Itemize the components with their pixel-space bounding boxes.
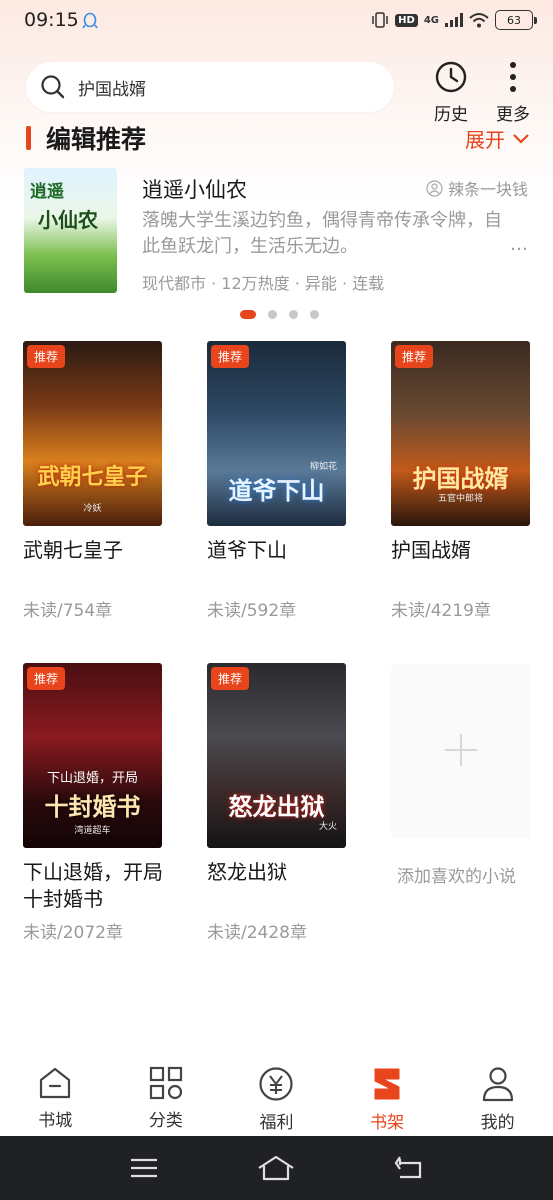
book-title: 道爷下山 [207,538,287,562]
chevron-down-icon [513,133,529,144]
add-book-button[interactable] [391,664,530,838]
cover-title: 怒龙出狱 [228,793,325,821]
add-book-label: 添加喜欢的小说 [397,867,516,887]
nav-label: 书架 [370,1113,405,1133]
book-progress: 未读/2428章 [207,923,307,943]
expand-label: 展开 [465,128,505,152]
search-query: 护国战婿 [78,79,146,100]
nav-item-profile[interactable]: 我的 [442,1056,553,1136]
nav-item-category[interactable]: 分类 [111,1056,222,1136]
system-navigation-bar [0,1136,553,1200]
yuan-icon [259,1067,294,1101]
bookshelf-icon [374,1068,400,1100]
signal-icon [445,13,463,27]
author-icon [426,179,443,197]
carousel-pager [240,310,319,319]
more-vertical-icon [510,62,516,92]
vibrate-icon [372,12,388,28]
plus-icon-vertical [460,734,462,766]
nav-label: 分类 [148,1111,183,1131]
status-icons: HD 4G 63 [371,10,537,30]
rec-more-ellipsis: … [510,234,528,255]
book-title: 怒龙出狱 [207,860,287,884]
nav-label: 福利 [259,1113,294,1133]
cover-title-top: 下山退婚，开局 [46,771,138,786]
nav-item-welfare[interactable]: 福利 [221,1056,332,1136]
history-label: 历史 [434,105,468,125]
search-icon [41,75,65,99]
book-progress: 未读/2072章 [23,923,123,943]
rec-book-cover: 逍遥 小仙农 [24,168,117,293]
recommend-badge: 推荐 [27,345,66,368]
more-button[interactable]: 更多 [483,60,543,125]
bottom-navigation: 书城 分类 福利 书架 我的 [0,1056,553,1136]
rec-book-author: 辣条一块钱 [426,176,528,200]
book-cover: 推荐 道爷下山 柳如花 [207,341,346,526]
book-cover: 推荐 下山退婚，开局 十封婚书 湾道超车 [23,663,162,848]
cover-title: 护国战婿 [412,465,509,493]
menu-icon[interactable] [129,1156,159,1180]
cover-title: 道爷下山 [228,477,325,505]
profile-icon [482,1067,513,1102]
home-icon [40,1067,71,1099]
recommend-badge: 推荐 [395,345,434,368]
home-nav-icon[interactable] [256,1154,296,1182]
back-icon[interactable] [394,1155,424,1181]
qq-notification-icon [82,12,98,29]
battery-level: 63 [507,13,521,27]
wifi-icon [469,13,489,28]
rec-author-name: 辣条一块钱 [447,180,528,199]
network-type: 4G [423,14,439,26]
search-bar[interactable]: 护国战婿 [26,62,394,112]
book-cover: 推荐 怒龙出狱 大火 [207,663,346,848]
rec-cover-text-2: 小仙农 [38,208,98,232]
editor-rec-card[interactable]: 逍遥 小仙农 逍遥小仙农 辣条一块钱 落魄大学生溪边钓鱼，偶得青帝传承令牌，自此… [24,168,530,294]
status-bar: 09:15 HD 4G 63 [0,0,553,44]
pager-dot [289,310,298,319]
nav-label: 我的 [480,1113,515,1133]
hd-badge: HD [395,13,418,27]
editor-rec-title: 编辑推荐 [46,125,147,154]
nav-item-bookshelf[interactable]: 书架 [332,1056,443,1136]
book-cover: 推荐 武朝七皇子 冷妖 [23,341,162,526]
cover-author: 大火 [318,822,337,832]
cover-title: 十封婚书 [44,793,141,821]
clock-icon [435,61,467,93]
pager-dot-active [240,310,256,319]
nav-label: 书城 [38,1111,73,1131]
pager-dot [310,310,319,319]
recommend-badge: 推荐 [211,667,250,690]
expand-button[interactable]: 展开 [465,124,529,153]
cover-title: 武朝七皇子 [37,465,148,490]
cover-author: 五官中郎将 [437,494,483,504]
more-label: 更多 [496,105,530,125]
rec-book-meta: 现代都市 · 12万热度 · 异能 · 连载 [142,274,385,293]
book-title: 下山退婚，开局十封婚书 [23,860,163,911]
nav-item-bookstore[interactable]: 书城 [0,1056,111,1136]
book-title: 武朝七皇子 [23,538,123,562]
rec-book-title: 逍遥小仙农 [142,178,247,202]
book-progress: 未读/592章 [207,601,297,621]
rec-book-description: 落魄大学生溪边钓鱼，偶得青帝传承令牌，自此鱼跃龙门，生活乐无边。 [142,210,502,257]
cover-author: 冷妖 [83,504,102,514]
cover-author: 湾道超车 [74,826,111,836]
history-button[interactable]: 历史 [421,60,481,125]
category-icon [149,1066,182,1100]
section-accent-bar [26,126,31,150]
book-title: 护国战婿 [391,538,471,562]
book-progress: 未读/754章 [23,601,113,621]
pager-dot [268,310,277,319]
recommend-badge: 推荐 [211,345,250,368]
recommend-badge: 推荐 [27,667,66,690]
status-time: 09:15 [24,9,79,31]
book-progress: 未读/4219章 [391,601,491,621]
cover-author: 柳如花 [309,462,337,472]
book-cover: 推荐 护国战婿 五官中郎将 [391,341,530,526]
battery-indicator: 63 [495,10,537,30]
rec-cover-text-1: 逍遥 [30,182,64,202]
